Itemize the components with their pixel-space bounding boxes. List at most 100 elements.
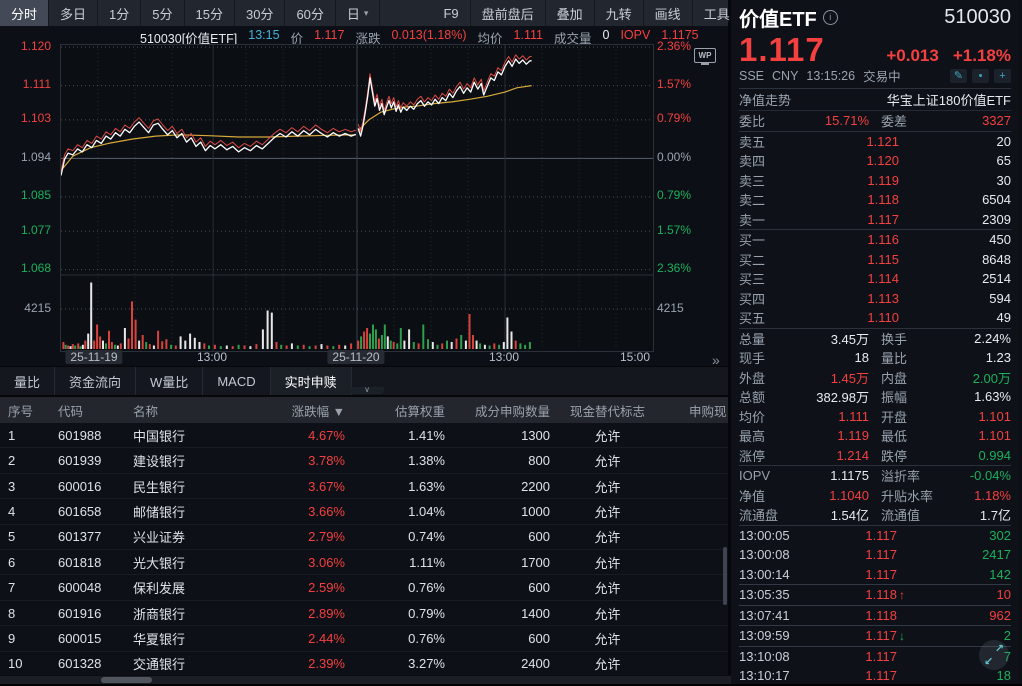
toolbar-period-60分[interactable]: 60分 [285, 0, 335, 26]
column-header-估算权重[interactable]: 估算权重 [345, 401, 445, 420]
cell-cash-flag: 允许 [550, 477, 665, 496]
toolbar-tool-盘前盘后[interactable]: 盘前盘后 [471, 0, 546, 26]
nav-trend-label[interactable]: 净值走势 [739, 90, 791, 109]
bid-row[interactable]: 买四1.113594 [739, 289, 1011, 309]
column-header-申购现[interactable]: 申购现 [665, 401, 728, 420]
toolbar-period-多日[interactable]: 多日 [49, 0, 98, 26]
wp-widget-icon[interactable]: WP [694, 48, 716, 63]
tick-price: 1.117 [825, 567, 897, 582]
stat-row-label-2: 开盘 [881, 407, 953, 426]
tabbar-collapse-handle[interactable]: ∨ [350, 387, 384, 394]
bid-row-volume: 2514 [899, 271, 1011, 286]
bid-queue: 买一1.116450买二1.1158648买三1.1142514买四1.1135… [739, 230, 1011, 329]
bid-row-volume: 49 [899, 310, 1011, 325]
column-header-序号[interactable]: 序号 [0, 401, 50, 420]
price-change: +0.013 [886, 46, 938, 66]
toolbar-tool-F9[interactable]: F9 [432, 0, 470, 26]
info-icon[interactable]: i [823, 10, 838, 25]
tick-volume: 2417 [915, 547, 1011, 562]
tab-资金流向[interactable]: 资金流向 [55, 367, 136, 395]
table-row[interactable]: 4601658邮储银行3.66%1.04%1000允许 [0, 499, 728, 524]
bid-row-price: 1.116 [789, 232, 899, 247]
toolbar-tool-九转[interactable]: 九转 [595, 0, 644, 26]
toolbar-period-分时[interactable]: 分时 [0, 0, 49, 26]
cell-index: 2 [0, 453, 50, 468]
toolbar-period-1分[interactable]: 1分 [98, 0, 141, 26]
bid-row-price: 1.115 [789, 252, 899, 267]
table-row[interactable]: 2601939建设银行3.78%1.38%800允许 [0, 448, 728, 473]
column-header-名称[interactable]: 名称 [125, 401, 265, 420]
cell-code: 601658 [50, 504, 125, 519]
horizontal-scrollbar-thumb[interactable] [101, 677, 152, 683]
stat-row-value-1: 1.214 [791, 448, 869, 463]
table-header: 序号代码名称涨跌幅 ▼估算权重成分申购数量现金替代标志申购现 [0, 397, 728, 423]
ask-row[interactable]: 卖一1.1172309 [739, 210, 1011, 230]
ask-row-volume: 20 [899, 134, 1011, 149]
cell-cash-flag: 允许 [550, 578, 665, 597]
bid-row[interactable]: 买五1.11049 [739, 308, 1011, 328]
alert-bell-icon[interactable]: • [972, 69, 989, 83]
toolbar-period-30分[interactable]: 30分 [235, 0, 285, 26]
table-vertical-scrollbar[interactable] [723, 547, 727, 605]
stat-row-label-2: 内盘 [881, 368, 953, 387]
weibi-weicha-row-label-1: 委比 [739, 111, 791, 130]
tab-MACD[interactable]: MACD [203, 367, 270, 395]
toolbar-period-日[interactable]: 日▾ [336, 0, 381, 26]
cell-index: 3 [0, 479, 50, 494]
column-header-代码[interactable]: 代码 [50, 401, 125, 420]
tick-volume: 18 [915, 668, 1011, 683]
table-row[interactable]: 3600016民生银行3.67%1.63%2200允许 [0, 474, 728, 499]
y-axis-label: 1.094 [21, 150, 51, 165]
table-row[interactable]: 7600048保利发展2.59%0.76%600允许 [0, 575, 728, 600]
tick-price: 1.117 [825, 628, 897, 643]
toolbar-period-5分[interactable]: 5分 [141, 0, 184, 26]
bid-row[interactable]: 买二1.1158648 [739, 250, 1011, 270]
column-header-现金替代标志[interactable]: 现金替代标志 [550, 401, 665, 420]
tick-row: 13:09:591.117↓2 [739, 626, 1011, 647]
ask-row-price: 1.118 [789, 192, 899, 207]
edit-icon[interactable]: ✎ [950, 69, 967, 83]
panel-expand-button[interactable]: ↗↙ [979, 640, 1009, 670]
add-watchlist-icon[interactable]: + [994, 69, 1011, 83]
stat-row-value-1: 3.45万 [791, 329, 869, 348]
table-row[interactable]: 6601818光大银行3.06%1.11%1700允许 [0, 550, 728, 575]
toolbar-tool-叠加[interactable]: 叠加 [546, 0, 595, 26]
stat-row-label-2: 换手 [881, 329, 953, 348]
table-row[interactable]: 9600015华夏银行2.44%0.76%600允许 [0, 626, 728, 651]
ask-row[interactable]: 卖四1.12065 [739, 151, 1011, 171]
cell-change: 3.67% [265, 479, 345, 494]
cell-weight: 1.63% [345, 479, 445, 494]
table-row[interactable]: 10601328交通银行2.39%3.27%2400允许 [0, 652, 728, 677]
ask-row[interactable]: 卖五1.12120 [739, 132, 1011, 152]
column-header-成分申购数量[interactable]: 成分申购数量 [445, 401, 550, 420]
ask-row[interactable]: 卖三1.11930 [739, 171, 1011, 191]
cell-code: 601818 [50, 555, 125, 570]
table-row[interactable]: 1601988中国银行4.67%1.41%1300允许 [0, 423, 728, 448]
bid-row[interactable]: 买三1.1142514 [739, 269, 1011, 289]
cell-cash-flag: 允许 [550, 502, 665, 521]
intraday-plot[interactable] [60, 44, 654, 352]
toolbar-tool-画线[interactable]: 画线 [644, 0, 693, 26]
cell-cash-flag: 允许 [550, 426, 665, 445]
cell-index: 9 [0, 631, 50, 646]
stat-row: 总额382.98万振幅1.63% [739, 387, 1011, 407]
tick-price: 1.118 [825, 587, 897, 602]
cell-name: 光大银行 [125, 553, 265, 572]
stat-row: 涨停1.214跌停0.994 [739, 446, 1011, 466]
cell-weight: 0.76% [345, 631, 445, 646]
stat-row-label-1: 净值 [739, 486, 791, 505]
cell-change: 2.89% [265, 606, 345, 621]
ask-row[interactable]: 卖二1.1186504 [739, 190, 1011, 210]
bid-row[interactable]: 买一1.116450 [739, 230, 1011, 250]
table-row[interactable]: 8601916浙商银行2.89%0.79%1400允许 [0, 601, 728, 626]
horizontal-scrollbar[interactable] [0, 675, 731, 684]
table-row[interactable]: 5601377兴业证券2.79%0.74%600允许 [0, 525, 728, 550]
percent-axis-label: 0.79% [657, 188, 691, 203]
tab-实时申赎[interactable]: 实时申赎 [271, 367, 352, 395]
ask-queue: 卖五1.12120卖四1.12065卖三1.11930卖二1.1186504卖一… [739, 132, 1011, 231]
toolbar-period-15分[interactable]: 15分 [185, 0, 235, 26]
time-axis-label: 25-11-20 [327, 350, 384, 364]
column-header-涨跌幅[interactable]: 涨跌幅 ▼ [265, 401, 345, 420]
tab-量比[interactable]: 量比 [0, 367, 55, 395]
tab-W量比[interactable]: W量比 [136, 367, 203, 395]
